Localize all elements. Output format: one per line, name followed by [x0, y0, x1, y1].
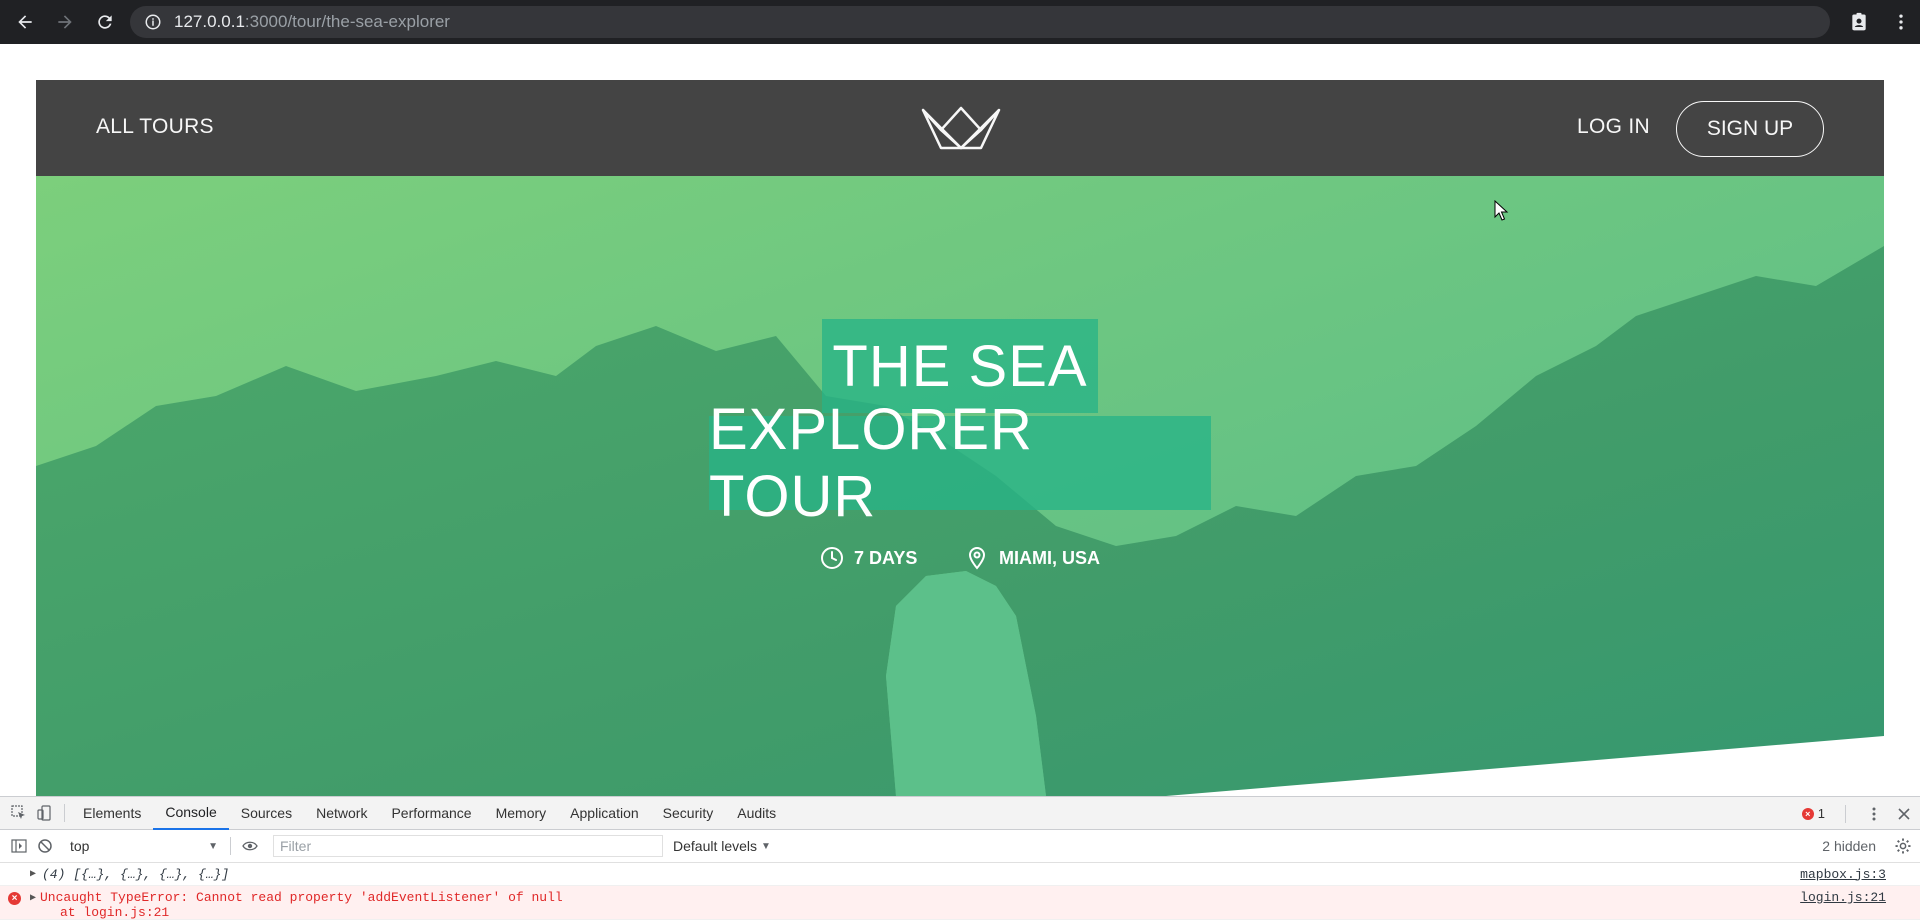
address-bar[interactable]: 127.0.0.1:3000/tour/the-sea-explorer [130, 6, 1830, 38]
url-host: 127.0.0.1 [174, 12, 245, 31]
tab-application[interactable]: Application [558, 797, 651, 830]
divider [230, 837, 231, 855]
crown-logo-icon[interactable] [919, 102, 1003, 152]
back-button[interactable] [10, 7, 40, 37]
live-expression-button[interactable] [237, 833, 263, 859]
profile-button[interactable] [1844, 7, 1874, 37]
divider [64, 804, 65, 822]
device-icon [37, 805, 51, 821]
arrow-right-icon [58, 15, 72, 29]
kebab-menu-icon[interactable] [1866, 806, 1882, 822]
context-select[interactable]: top ▼ [64, 835, 224, 857]
reload-button[interactable] [90, 7, 120, 37]
triangle-down-icon: ▼ [761, 840, 771, 852]
inspect-button[interactable] [6, 800, 32, 826]
browser-toolbar: 127.0.0.1:3000/tour/the-sea-explorer [0, 0, 1920, 44]
clock-icon [821, 547, 843, 569]
error-source-link[interactable]: login.js:21 [1800, 890, 1886, 905]
menu-button[interactable] [1886, 7, 1916, 37]
map-pin-icon [968, 546, 986, 570]
error-stack-text: at login.js:21 [60, 905, 170, 920]
hero-title-line2: EXPLORER TOUR [709, 397, 1211, 529]
console-log-entry[interactable]: ▶ (4) [{…}, {…}, {…}, {…}] mapbox.js:3 [0, 863, 1920, 886]
info-icon[interactable] [144, 13, 162, 31]
log-source-link[interactable]: mapbox.js:3 [1800, 867, 1886, 882]
tour-location-text: MIAMI, USA [999, 547, 1100, 568]
tab-elements[interactable]: Elements [71, 797, 153, 830]
error-icon: × [8, 892, 21, 905]
cursor-select-icon [11, 805, 25, 819]
sidebar-toggle-button[interactable] [6, 833, 32, 859]
tab-security[interactable]: Security [651, 797, 726, 830]
arrow-left-icon [18, 15, 32, 29]
tab-memory[interactable]: Memory [484, 797, 559, 830]
eye-icon [242, 841, 258, 851]
devtools-tabbar: Elements Console Sources Network Perform… [0, 797, 1920, 830]
hidden-messages-count: 2 hidden [1822, 838, 1876, 854]
log-levels-label: Default levels [673, 838, 758, 854]
block-icon [38, 839, 52, 853]
tour-duration: 7 DAYS [820, 546, 917, 570]
devtools-actions: × 1 [1801, 797, 1912, 830]
forward-button[interactable] [50, 7, 80, 37]
gear-icon[interactable] [1894, 837, 1912, 855]
device-toolbar-button[interactable] [32, 800, 58, 826]
context-value: top [70, 838, 90, 854]
log-levels-select[interactable]: Default levels ▼ [673, 838, 771, 854]
reload-icon [98, 15, 112, 29]
expand-triangle-icon[interactable]: ▶ [30, 892, 36, 904]
signup-button[interactable]: SIGN UP [1676, 101, 1824, 157]
console-toolbar: top ▼ Filter Default levels ▼ 2 hidden [0, 830, 1920, 863]
tab-audits[interactable]: Audits [725, 797, 788, 830]
error-icon: × [1801, 807, 1814, 820]
expand-triangle-icon[interactable]: ▶ [30, 868, 36, 880]
console-error-entry[interactable]: × ▶ Uncaught TypeError: Cannot read prop… [0, 886, 1920, 920]
hero-section: THE SEA EXPLORER TOUR 7 DAYS MIAMI, USA [36, 176, 1884, 796]
clear-console-button[interactable] [32, 833, 58, 859]
login-link[interactable]: LOG IN [1577, 115, 1650, 139]
clipboard-user-icon [1852, 12, 1866, 31]
log-text: (4) [{…}, {…}, {…}, {…}] [42, 866, 230, 882]
tour-duration-text: 7 DAYS [854, 547, 918, 568]
mouse-cursor-icon [1494, 200, 1509, 221]
tab-performance[interactable]: Performance [379, 797, 483, 830]
page-viewport: ALL TOURS LOG IN SIGN UP THE SEA EXPLORE… [0, 44, 1920, 796]
tab-console[interactable]: Console [153, 797, 229, 830]
kebab-menu-icon [1899, 14, 1903, 30]
devtools-panel: Elements Console Sources Network Perform… [0, 796, 1920, 920]
site-header: ALL TOURS LOG IN SIGN UP [36, 80, 1884, 176]
triangle-down-icon: ▼ [208, 840, 218, 852]
sidebar-icon [11, 839, 27, 853]
error-count-text: 1 [1817, 806, 1825, 821]
url-path: :3000/tour/the-sea-explorer [244, 12, 450, 31]
all-tours-link[interactable]: ALL TOURS [96, 115, 214, 139]
tour-location: MIAMI, USA [965, 546, 1100, 570]
filter-input[interactable]: Filter [273, 835, 663, 857]
error-text: Uncaught TypeError: Cannot read property… [40, 890, 563, 905]
tab-network[interactable]: Network [304, 797, 379, 830]
error-counter[interactable]: × 1 [1801, 806, 1825, 821]
divider [1845, 804, 1846, 823]
tab-sources[interactable]: Sources [229, 797, 304, 830]
close-icon[interactable] [1896, 806, 1912, 822]
browser-actions [1836, 0, 1920, 44]
